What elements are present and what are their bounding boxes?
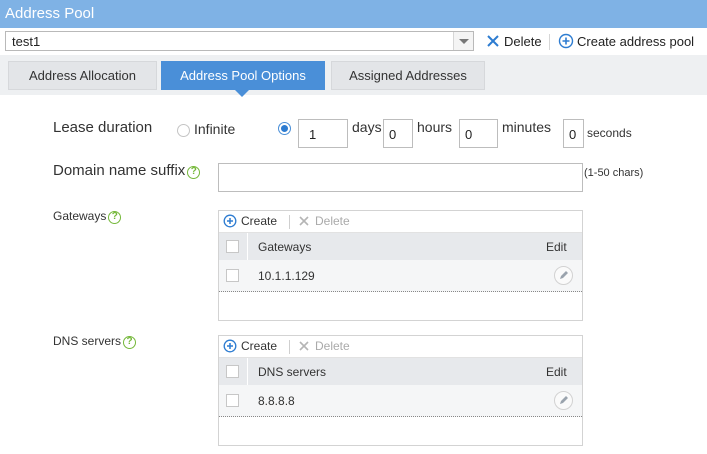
domain-suffix-input[interactable] [218,163,583,192]
dns-servers-label-row: DNS servers? [53,334,137,349]
help-icon[interactable]: ? [108,211,122,224]
create-address-pool-button[interactable]: Create address pool [558,33,694,51]
infinite-label: Infinite [194,121,236,137]
minutes-unit-label: minutes [502,119,552,135]
gateways-label-row: Gateways? [53,209,122,224]
delete-pool-button[interactable]: Delete [485,33,542,51]
edit-column-header: Edit [546,365,567,379]
domain-suffix-label-row: Domain name suffix? [53,162,201,179]
help-icon[interactable]: ? [123,336,137,349]
add-circle-icon [223,339,237,353]
gateways-delete-label: Delete [315,214,350,228]
delete-x-icon [299,216,309,226]
address-pool-select-value: test1 [12,34,41,49]
address-pool-select[interactable]: test1 [5,31,474,51]
select-all-checkbox[interactable] [226,240,239,253]
tab-label: Address Allocation [29,68,136,83]
tab-assigned-addresses[interactable]: Assigned Addresses [331,61,485,90]
select-all-checkbox[interactable] [226,365,239,378]
days-unit-label: days [352,119,382,135]
toolbar-divider [549,34,550,50]
gateways-label: Gateways [53,209,107,223]
delete-pool-label: Delete [504,34,542,49]
delete-x-icon [299,341,309,351]
dns-grid-header: DNS servers Edit [219,358,582,385]
days-input[interactable]: 1 [298,119,348,148]
window-title-bar: Address Pool [0,0,707,28]
dns-delete-label: Delete [315,339,350,353]
gateways-grid: Create Delete Gateways Edit 10.1.1.129 [218,210,583,321]
gateways-create-label: Create [241,214,278,228]
hours-unit-label: hours [417,119,453,135]
grid-empty-area [219,292,582,320]
delete-x-icon [487,35,499,47]
row-checkbox[interactable] [226,394,239,407]
pool-toolbar: test1 Delete Create address pool [0,28,707,54]
tab-address-pool-options[interactable]: Address Pool Options [161,61,325,97]
minutes-input[interactable]: 0 [459,119,498,148]
dns-create-button[interactable]: Create [223,339,277,353]
dns-servers-column-header: DNS servers [258,365,327,379]
dns-server-address: 8.8.8.8 [258,394,295,408]
chevron-down-icon[interactable] [453,32,473,50]
table-row[interactable]: 8.8.8.8 [219,385,582,417]
dns-servers-grid: Create Delete DNS servers Edit 8.8.8.8 [218,335,583,446]
edit-pencil-icon [560,396,568,404]
gateways-grid-toolbar: Create Delete [219,211,582,233]
gateways-create-button[interactable]: Create [223,214,277,228]
grid-empty-area [219,417,582,445]
infinite-radio[interactable] [177,124,190,137]
column-divider [247,233,248,260]
edit-row-button[interactable] [554,391,573,410]
custom-duration-radio[interactable] [278,122,291,135]
dns-grid-toolbar: Create Delete [219,336,582,358]
add-circle-icon [558,33,574,49]
help-icon[interactable]: ? [187,166,201,179]
edit-column-header: Edit [546,240,567,254]
dns-delete-button[interactable]: Delete [297,339,350,353]
gateway-address: 10.1.1.129 [258,269,315,283]
gateways-column-header: Gateways [258,240,312,254]
add-circle-icon [223,214,237,228]
tab-label: Assigned Addresses [349,68,467,83]
column-divider [247,358,248,385]
gateways-delete-button[interactable]: Delete [297,214,350,228]
domain-suffix-label: Domain name suffix [53,162,186,179]
lease-duration-label: Lease duration [53,119,153,136]
create-address-pool-label: Create address pool [577,34,695,49]
seconds-unit-label: seconds [587,126,632,140]
domain-suffix-hint: (1-50 chars) [584,167,644,179]
hours-input[interactable]: 0 [383,119,413,148]
gateways-grid-header: Gateways Edit [219,233,582,260]
edit-pencil-icon [560,271,568,279]
tab-bar: Address Allocation Address Pool Options … [0,55,707,97]
table-row[interactable]: 10.1.1.129 [219,260,582,292]
edit-row-button[interactable] [554,266,573,285]
dns-create-label: Create [241,339,278,353]
tab-address-allocation[interactable]: Address Allocation [8,61,157,90]
window-title: Address Pool [5,5,95,22]
dns-servers-label: DNS servers [53,334,122,348]
row-checkbox[interactable] [226,269,239,282]
toolbar-divider [289,215,290,229]
toolbar-divider [289,340,290,354]
tab-label: Address Pool Options [180,68,306,83]
seconds-input[interactable]: 0 [563,119,584,148]
